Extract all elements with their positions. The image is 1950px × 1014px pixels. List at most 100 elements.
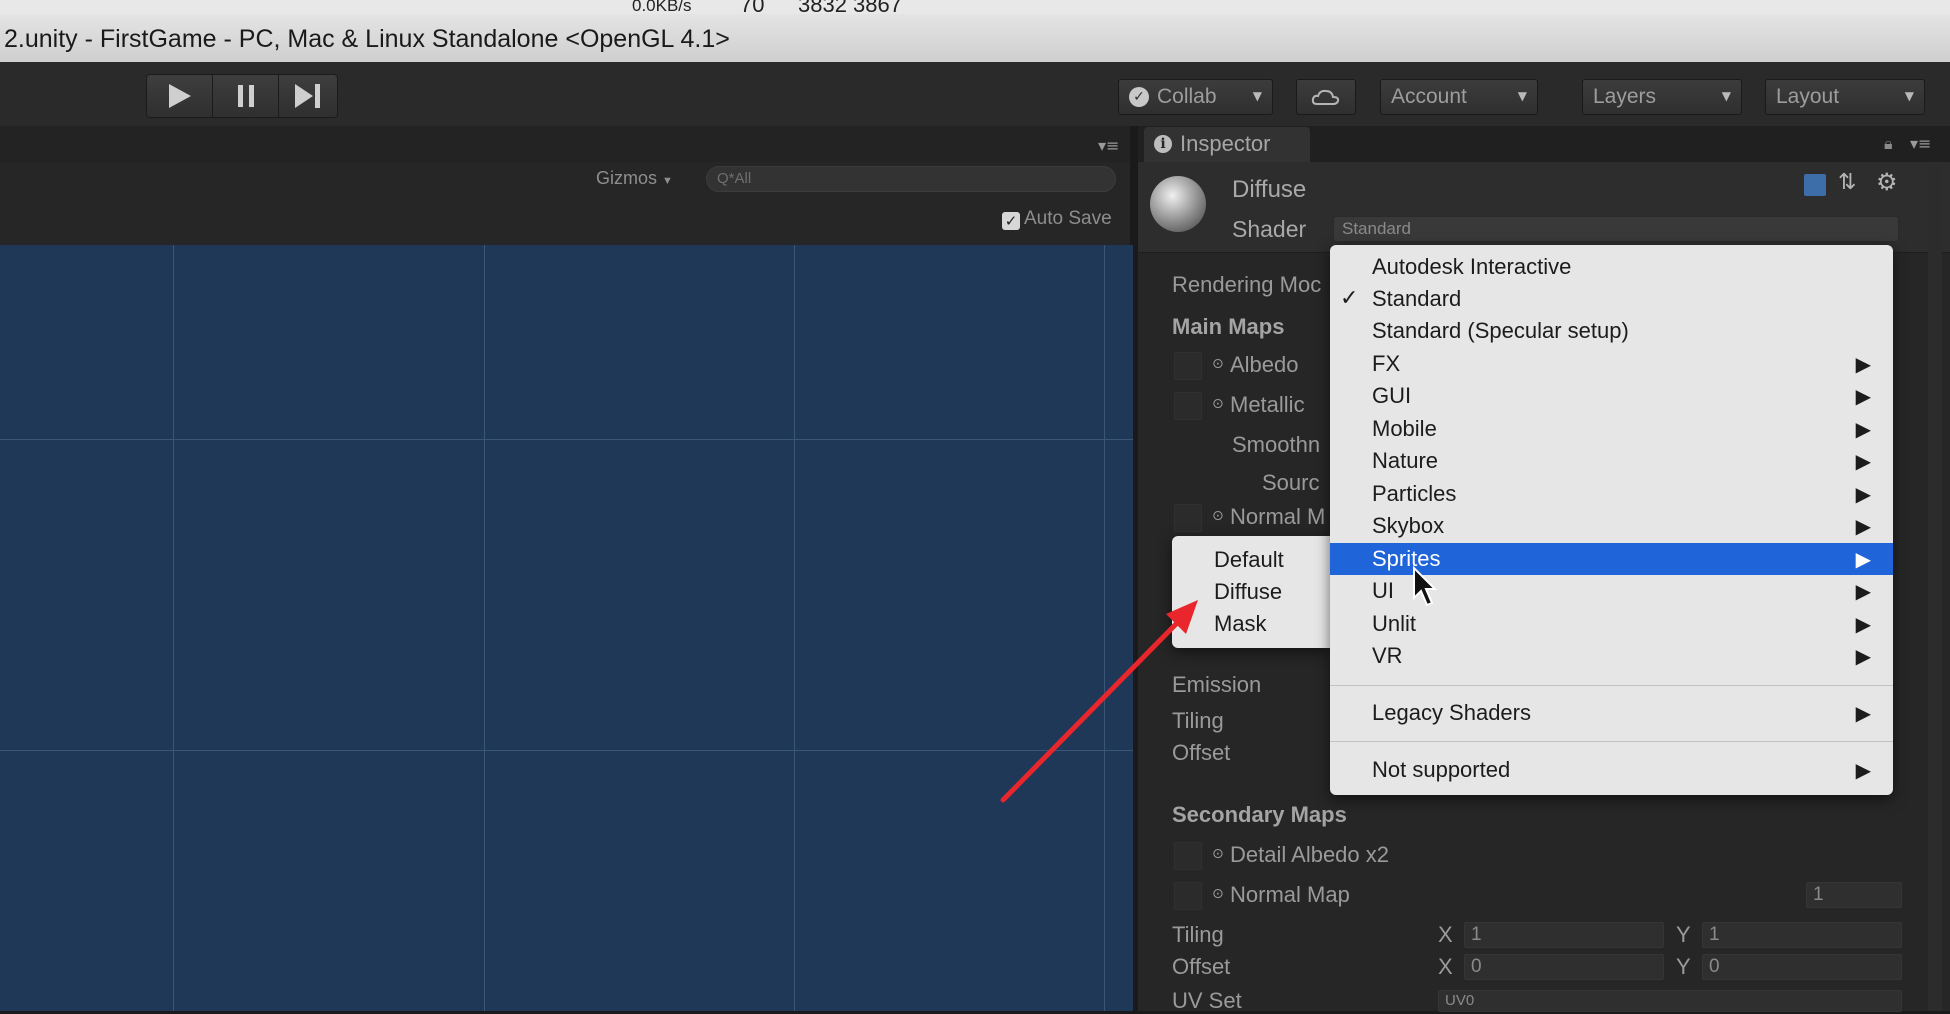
window-titlebar: 2.unity - FirstGame - PC, Mac & Linux St…	[0, 14, 1950, 63]
panel-menu-icon[interactable]: ▾≡	[1910, 134, 1931, 153]
object-picker-icon[interactable]: ⊙	[1212, 508, 1224, 524]
chevron-down-icon: ▼	[1517, 89, 1527, 103]
submenu-item-label: Diffuse	[1214, 579, 1283, 604]
menu-item-label: UI	[1372, 578, 1394, 603]
sec-tiling-x-field[interactable]: 1	[1464, 922, 1664, 948]
menu-item-autodesk-interactive[interactable]: Autodesk Interactive	[1330, 251, 1893, 283]
shader-menu: Autodesk Interactive ✓ Standard Standard …	[1330, 245, 1893, 795]
account-dropdown[interactable]: Account ▼	[1380, 79, 1538, 115]
smoothness-label: Smoothn	[1232, 432, 1321, 457]
gizmos-dropdown[interactable]: Gizmos ▼	[596, 168, 673, 189]
submenu-arrow-icon: ▶	[1855, 758, 1871, 782]
submenu-item-label: Mask	[1214, 611, 1267, 636]
menu-item-label: GUI	[1372, 383, 1412, 408]
shader-dropdown[interactable]: Standard	[1333, 216, 1899, 242]
system-menubar: 0.0KB/s 70 3832 3867	[0, 0, 1950, 14]
checkbox-checked-icon[interactable]: ✓	[1002, 212, 1020, 230]
layout-dropdown[interactable]: Layout ▼	[1765, 79, 1925, 115]
detail-albedo-texture-slot[interactable]	[1174, 842, 1202, 870]
normal-map-scale-field[interactable]: 1	[1806, 882, 1902, 908]
grid-line	[0, 750, 1133, 751]
normal-map-texture-slot[interactable]	[1174, 504, 1202, 532]
sec-offset-x-value: 0	[1471, 956, 1482, 977]
help-book-icon[interactable]	[1804, 174, 1826, 196]
material-header: Diffuse Shader Standard ⇅ ⚙	[1138, 162, 1950, 253]
preset-icon[interactable]: ⇅	[1838, 170, 1856, 195]
cloud-icon	[1311, 89, 1340, 105]
menu-item-mobile[interactable]: Mobile ▶	[1330, 413, 1893, 445]
menu-item-label: Skybox	[1372, 513, 1445, 538]
sec-offset-y-field[interactable]: 0	[1702, 954, 1902, 980]
submenu-item-mask[interactable]: Mask	[1172, 608, 1330, 640]
albedo-texture-slot[interactable]	[1174, 352, 1202, 380]
chevron-down-icon: ▼	[1904, 89, 1914, 103]
lock-icon[interactable]: 🔒︎	[1884, 134, 1893, 154]
source-label: Sourc	[1262, 470, 1320, 495]
submenu-item-diffuse[interactable]: Diffuse	[1172, 576, 1330, 608]
cloud-button[interactable]	[1296, 79, 1356, 115]
search-input[interactable]: Q*All	[706, 166, 1116, 192]
detail-normal-texture-slot[interactable]	[1174, 882, 1202, 910]
menu-item-skybox[interactable]: Skybox ▶	[1330, 510, 1893, 542]
x-label: X	[1438, 922, 1453, 947]
inspector-scrollbar[interactable]	[1928, 166, 1942, 1011]
x-label: X	[1438, 954, 1453, 979]
menu-item-nature[interactable]: Nature ▶	[1330, 445, 1893, 477]
pause-icon	[238, 85, 254, 107]
menu-item-label: FX	[1372, 351, 1401, 376]
grid-line	[0, 439, 1133, 440]
submenu-item-default[interactable]: Default	[1172, 544, 1330, 576]
menu-item-fx[interactable]: FX ▶	[1330, 348, 1893, 380]
shader-label: Shader	[1232, 216, 1307, 242]
grid-line	[794, 245, 795, 1011]
menu-item-label: VR	[1372, 643, 1403, 668]
menu-item-vr[interactable]: VR ▶	[1330, 640, 1893, 672]
object-picker-icon[interactable]: ⊙	[1212, 396, 1224, 412]
gizmos-label: Gizmos	[596, 168, 658, 188]
menu-item-label: Unlit	[1372, 611, 1417, 636]
main-maps-label: Main Maps	[1172, 314, 1285, 339]
menu-item-label: Standard (Specular setup)	[1372, 318, 1629, 343]
sec-offset-label: Offset	[1172, 954, 1231, 979]
sec-offset-x-field[interactable]: 0	[1464, 954, 1664, 980]
scene-canvas[interactable]	[0, 245, 1133, 1011]
menu-item-particles[interactable]: Particles ▶	[1330, 478, 1893, 510]
autosave-row: ✓ Auto Save	[0, 198, 1130, 245]
layers-label: Layers	[1593, 85, 1657, 108]
menu-item-label: Sprites	[1372, 546, 1441, 571]
menu-item-ui[interactable]: UI ▶	[1330, 575, 1893, 607]
grid-line	[173, 245, 174, 1011]
object-picker-icon[interactable]: ⊙	[1212, 846, 1224, 862]
material-preview-sphere	[1150, 176, 1206, 232]
object-picker-icon[interactable]: ⊙	[1212, 886, 1224, 902]
menu-separator	[1330, 741, 1893, 742]
panel-menu-icon[interactable]: ▾≡	[1098, 136, 1119, 155]
collab-button[interactable]: ✓ Collab ▼	[1118, 79, 1273, 115]
uv-set-label: UV Set	[1172, 988, 1242, 1013]
autosave-toggle[interactable]: ✓ Auto Save	[1002, 208, 1112, 230]
menubar-fragment: 3832 3867	[798, 0, 902, 14]
menu-item-standard-specular[interactable]: Standard (Specular setup)	[1330, 315, 1893, 347]
uv-set-dropdown[interactable]: UV0	[1438, 990, 1902, 1012]
object-picker-icon[interactable]: ⊙	[1212, 356, 1224, 372]
metallic-texture-slot[interactable]	[1174, 392, 1202, 420]
search-placeholder: Q*All	[717, 170, 752, 187]
menu-item-unlit[interactable]: Unlit ▶	[1330, 608, 1893, 640]
play-button[interactable]	[146, 74, 214, 118]
submenu-arrow-icon: ▶	[1855, 384, 1871, 408]
scene-toolbar: Gizmos ▼ Q*All	[0, 162, 1130, 199]
menu-item-legacy-shaders[interactable]: Legacy Shaders ▶	[1330, 697, 1893, 729]
menu-item-not-supported[interactable]: Not supported ▶	[1330, 754, 1893, 786]
sprites-submenu: Default Diffuse Mask	[1172, 536, 1330, 648]
step-button[interactable]	[278, 74, 338, 118]
layers-dropdown[interactable]: Layers ▼	[1582, 79, 1742, 115]
menu-item-gui[interactable]: GUI ▶	[1330, 380, 1893, 412]
tab-inspector[interactable]: i Inspector	[1144, 127, 1310, 162]
inspector-tab-label: Inspector	[1180, 131, 1271, 156]
pause-button[interactable]	[212, 74, 280, 118]
sec-tiling-y-field[interactable]: 1	[1702, 922, 1902, 948]
menu-item-standard[interactable]: ✓ Standard	[1330, 283, 1893, 315]
menu-item-sprites[interactable]: Sprites ▶	[1330, 543, 1893, 575]
y-label: Y	[1676, 922, 1691, 947]
gear-icon[interactable]: ⚙	[1876, 168, 1898, 196]
